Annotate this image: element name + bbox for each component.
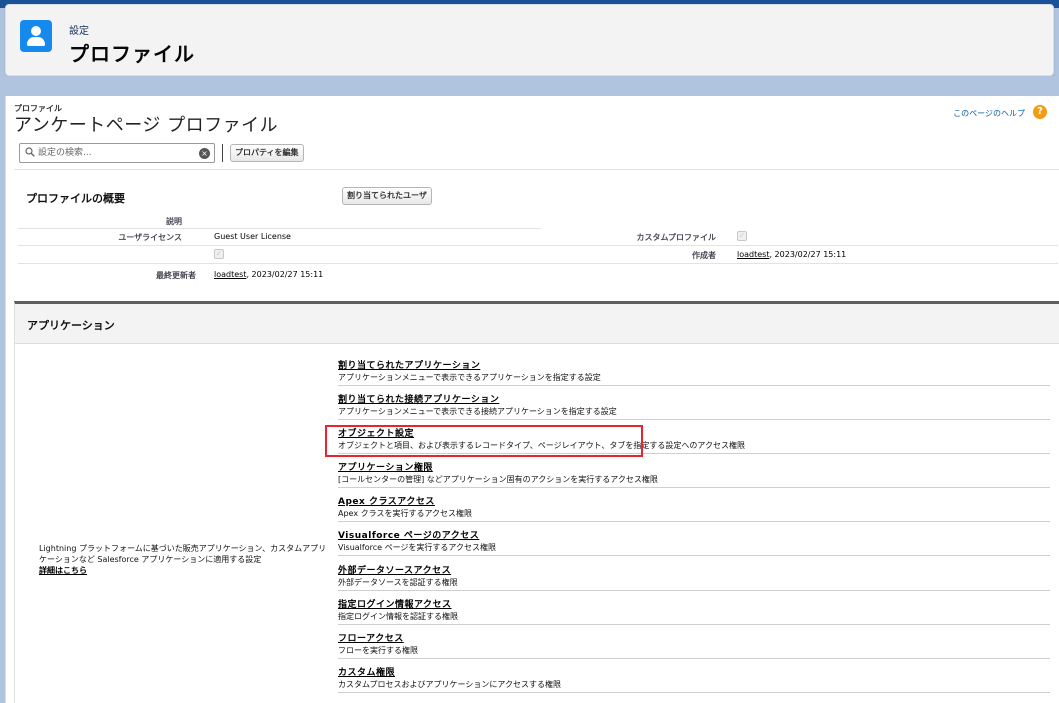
created-by-user-link[interactable]: loadtest (737, 250, 769, 259)
custom-profile-label: カスタムプロファイル (636, 233, 716, 242)
created-by-value: loadtest, 2023/02/27 15:11 (737, 250, 846, 259)
user-license-value: Guest User License (214, 232, 291, 241)
apps-description-text: Lightning プラットフォームに基づいた販売アプリケーション、カスタムアプ… (39, 544, 327, 564)
item-divider (338, 590, 1050, 591)
help-icon[interactable]: ? (1033, 105, 1047, 119)
app-item-link[interactable]: カスタム権限 (338, 665, 1050, 678)
highlight-box (325, 425, 643, 457)
app-item-external-data-source-access: 外部データソースアクセス 外部データソースを認証する権限 (338, 563, 1050, 588)
active-checkbox: ✓ (214, 249, 224, 259)
item-divider (338, 521, 1050, 522)
setup-header: 設定 プロファイル (5, 4, 1054, 76)
app-item-custom-permissions: カスタム権限 カスタムプロセスおよびアプリケーションにアクセスする権限 (338, 665, 1050, 690)
app-item-apex-class-access: Apex クラスアクセス Apex クラスを実行するアクセス権限 (338, 494, 1050, 519)
app-item-link[interactable]: 割り当てられた接続アプリケーション (338, 392, 1050, 405)
created-by-label: 作成者 (692, 251, 716, 260)
modified-by-label: 最終更新者 (156, 271, 196, 280)
row-divider (18, 228, 541, 229)
clear-search-icon[interactable]: × (199, 148, 210, 159)
created-by-date: , 2023/02/27 15:11 (769, 250, 847, 259)
app-item-desc: フローを実行する権限 (338, 646, 418, 655)
item-divider (338, 624, 1050, 625)
description-label: 説明 (166, 217, 182, 226)
search-input[interactable] (38, 146, 188, 160)
app-item-desc: アプリケーションメニューで表示できる接続アプリケーションを指定する設定 (338, 407, 617, 416)
app-item-link[interactable]: 指定ログイン情報アクセス (338, 597, 1050, 610)
app-item-connected-apps: 割り当てられた接続アプリケーション アプリケーションメニューで表示できる接続アプ… (338, 392, 1050, 417)
app-item-desc: カスタムプロセスおよびアプリケーションにアクセスする権限 (338, 680, 561, 689)
user-license-label: ユーザライセンス (118, 233, 182, 242)
row-divider (18, 263, 1058, 264)
item-divider (338, 692, 1050, 693)
main-content: プロファイル アンケートページ プロファイル このページのヘルプ ? × プロパ… (5, 96, 1059, 703)
assigned-users-button[interactable]: 割り当てられたユーザ (342, 187, 432, 205)
app-item-desc: 指定ログイン情報を認証する権限 (338, 612, 458, 621)
apps-description: Lightning プラットフォームに基づいた販売アプリケーション、カスタムアプ… (39, 543, 329, 576)
app-item-flow-access: フローアクセス フローを実行する権限 (338, 631, 1050, 656)
detail-link[interactable]: 詳細はこちら (39, 566, 87, 575)
toolbar-divider (222, 144, 223, 162)
setup-search[interactable]: × (19, 143, 215, 163)
overview-title: プロファイルの概要 (26, 192, 125, 205)
app-item-link[interactable]: 割り当てられたアプリケーション (338, 358, 1050, 371)
profile-icon (20, 20, 52, 52)
item-divider (338, 555, 1050, 556)
app-item-link[interactable]: フローアクセス (338, 631, 1050, 644)
divider (14, 169, 1059, 170)
app-item-link[interactable]: 外部データソースアクセス (338, 563, 1050, 576)
page-title: アンケートページ プロファイル (14, 115, 279, 136)
header-band (5, 76, 1054, 96)
custom-profile-checkbox: ✓ (737, 231, 747, 241)
search-icon (25, 147, 35, 157)
app-item-named-credential-access: 指定ログイン情報アクセス 指定ログイン情報を認証する権限 (338, 597, 1050, 622)
app-item-desc: Visualforce ページを実行するアクセス権限 (338, 543, 497, 552)
modified-by-value: loadtest, 2023/02/27 15:11 (214, 270, 323, 279)
apps-section: アプリケーション Lightning プラットフォームに基づいた販売アプリケーシ… (14, 301, 1059, 703)
app-item-desc: [コールセンターの管理] などアプリケーション固有のアクションを実行するアクセス… (338, 475, 658, 484)
modified-by-user-link[interactable]: loadtest (214, 270, 246, 279)
item-divider (338, 385, 1050, 386)
app-item-link[interactable]: アプリケーション権限 (338, 460, 1050, 473)
apps-section-title: アプリケーション (27, 319, 115, 332)
help-link[interactable]: このページのヘルプ (953, 108, 1025, 119)
modified-by-date: , 2023/02/27 15:11 (246, 270, 324, 279)
app-item-link[interactable]: Visualforce ページのアクセス (338, 528, 1050, 541)
item-divider (338, 487, 1050, 488)
app-item-app-permissions: アプリケーション権限 [コールセンターの管理] などアプリケーション固有のアクシ… (338, 460, 1050, 485)
app-item-link[interactable]: Apex クラスアクセス (338, 494, 1050, 507)
app-item-desc: 外部データソースを認証する権限 (338, 578, 458, 587)
item-divider (338, 658, 1050, 659)
app-item-assigned-apps: 割り当てられたアプリケーション アプリケーションメニューで表示できるアプリケーシ… (338, 358, 1050, 383)
app-item-visualforce-access: Visualforce ページのアクセス Visualforce ページを実行す… (338, 528, 1050, 553)
edit-properties-button[interactable]: プロパティを編集 (230, 144, 304, 162)
row-divider (18, 245, 1058, 246)
header-title: プロファイル (69, 42, 195, 66)
app-item-desc: Apex クラスを実行するアクセス権限 (338, 509, 473, 518)
setup-breadcrumb[interactable]: 設定 (69, 22, 89, 37)
item-divider (338, 419, 1050, 420)
apps-section-header: アプリケーション (15, 304, 1059, 344)
app-item-desc: アプリケーションメニューで表示できるアプリケーションを指定する設定 (338, 373, 601, 382)
